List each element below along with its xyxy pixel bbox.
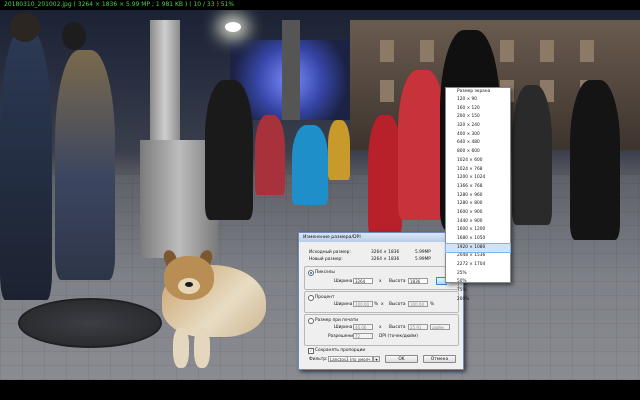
percent-radio[interactable]	[308, 295, 314, 301]
menu-item-screen-size[interactable]: 160 × 120	[446, 105, 510, 114]
menu-item-screen-size[interactable]: 1600 × 1200	[446, 226, 510, 235]
original-size-mp: 5.99MP	[415, 250, 431, 255]
screen-size-menu: Размер экрана 120 × 90 160 × 120 200 × 150…	[445, 87, 511, 302]
dog-paw	[194, 328, 210, 368]
print-width-label: Ширина	[334, 325, 353, 330]
viewer-window: 20180310_201002.jpg ( 3264 × 1836 × 5.99…	[0, 0, 640, 400]
menu-item-screen-size[interactable]: 320 × 240	[446, 122, 510, 131]
person-backpack	[55, 50, 115, 280]
pixels-x-label: x	[379, 279, 382, 284]
menu-item-screen-size[interactable]: 1280 × 800	[446, 200, 510, 209]
bottom-bar	[0, 380, 640, 400]
person	[512, 85, 552, 225]
person	[205, 80, 253, 220]
keep-proportions-label: Сохранять пропорции	[315, 348, 366, 353]
print-height-label: Высота	[389, 325, 406, 330]
menu-item-screen-size[interactable]: 800 × 600	[446, 148, 510, 157]
menu-item-screen-size[interactable]: 200 × 150	[446, 113, 510, 122]
light-tower	[282, 20, 300, 120]
dog-nose	[185, 282, 193, 287]
dialog-title: Изменение размера/DPI	[303, 235, 361, 240]
pixels-height-label: Высота	[389, 279, 406, 284]
print-x-label: x	[379, 325, 382, 330]
pixels-label: Пикселы	[315, 270, 335, 275]
menu-item-screen-size[interactable]: 1200 × 1024	[446, 174, 510, 183]
percent-x-label: x	[381, 302, 384, 307]
child-blue-coat	[292, 125, 328, 205]
ok-button[interactable]: OK	[385, 355, 418, 363]
print-unit-select[interactable]: дюйм	[430, 324, 450, 330]
pixels-width-input[interactable]: 3264	[353, 278, 373, 284]
original-size-label: Исходный размер:	[309, 250, 351, 255]
percent-label: Процент	[315, 295, 335, 300]
pixels-radio[interactable]	[308, 270, 314, 276]
percent-width-label: Ширина	[334, 302, 353, 307]
keep-proportions-checkbox[interactable]: ✓	[308, 348, 314, 354]
new-size-label: Новый размер:	[309, 257, 343, 262]
person	[0, 30, 52, 300]
pixels-width-label: Ширина	[334, 279, 353, 284]
print-height-input[interactable]: 25.91	[408, 324, 428, 330]
resize-dialog: Изменение размера/DPI × Исходный размер:…	[298, 232, 464, 370]
child-red-coat	[368, 115, 402, 235]
menu-item-screen-size[interactable]: 1280 × 960	[446, 192, 510, 201]
menu-item-screen-size[interactable]: 400 × 300	[446, 131, 510, 140]
pixels-height-input[interactable]: 1836	[408, 278, 428, 284]
menu-item-screen-size[interactable]: 2272 × 1704	[446, 261, 510, 270]
menu-item-screen-size[interactable]: 75%	[446, 287, 510, 296]
original-size-value: 3264 × 1836	[371, 250, 400, 255]
resolution-label: Разрешение	[328, 334, 356, 339]
percent-sign: %	[430, 302, 435, 307]
resolution-input[interactable]: 72	[353, 333, 373, 339]
menu-title: Размер экрана	[457, 89, 491, 94]
filter-label: Фильтр:	[309, 357, 328, 362]
menu-item-screen-size[interactable]: 1366 × 768	[446, 183, 510, 192]
menu-item-screen-size[interactable]: 50%	[446, 278, 510, 287]
menu-item-screen-size[interactable]: 1600 × 900	[446, 209, 510, 218]
menu-item-screen-size[interactable]: 2048 × 1536	[446, 252, 510, 261]
cancel-button[interactable]: Отмена	[423, 355, 456, 363]
menu-item-screen-size[interactable]: 200%	[446, 296, 510, 305]
percent-height-label: Высота	[389, 302, 406, 307]
person-pink-jacket	[398, 70, 446, 220]
print-size-radio[interactable]	[308, 318, 314, 324]
menu-item-screen-size[interactable]: 25%	[446, 270, 510, 279]
street-lamp	[225, 22, 241, 32]
menu-item-screen-size[interactable]: 120 × 90	[446, 96, 510, 105]
percent-width-input[interactable]: 100.00	[353, 301, 373, 307]
person	[328, 120, 350, 180]
person-head	[62, 22, 86, 50]
menu-item-screen-size[interactable]: 1680 × 1050	[446, 235, 510, 244]
person	[255, 115, 285, 195]
menu-item-screen-size[interactable]: 1440 × 900	[446, 218, 510, 227]
menu-item-screen-size[interactable]: 1024 × 600	[446, 157, 510, 166]
menu-item-screen-size[interactable]: 640 × 480	[446, 139, 510, 148]
menu-item-screen-size[interactable]: 1024 × 768	[446, 166, 510, 175]
resolution-unit: DPI (точек/дюйм)	[379, 334, 418, 339]
print-size-label: Размер при печати	[315, 318, 359, 323]
percent-height-input[interactable]: 100.00	[408, 301, 428, 307]
filter-select[interactable]: Lanczos3 (по умолч	[328, 356, 373, 362]
manhole-cover	[18, 298, 162, 348]
percent-sign: %	[374, 302, 379, 307]
dog-paw	[173, 328, 189, 368]
image-status-line: 20180310_201002.jpg ( 3264 × 1836 × 5.99…	[4, 1, 235, 8]
stone-column	[150, 20, 180, 140]
chevron-down-icon[interactable]: ▾	[373, 356, 380, 362]
new-size-mp: 5.99MP	[415, 257, 431, 262]
person-head	[10, 12, 40, 42]
menu-item-screen-size[interactable]: 1920 × 1080	[445, 242, 511, 254]
dialog-titlebar[interactable]: Изменение размера/DPI ×	[299, 233, 463, 242]
person	[570, 80, 620, 240]
new-size-value: 3264 × 1836	[371, 257, 400, 262]
print-width-input[interactable]: 46.06	[353, 324, 373, 330]
